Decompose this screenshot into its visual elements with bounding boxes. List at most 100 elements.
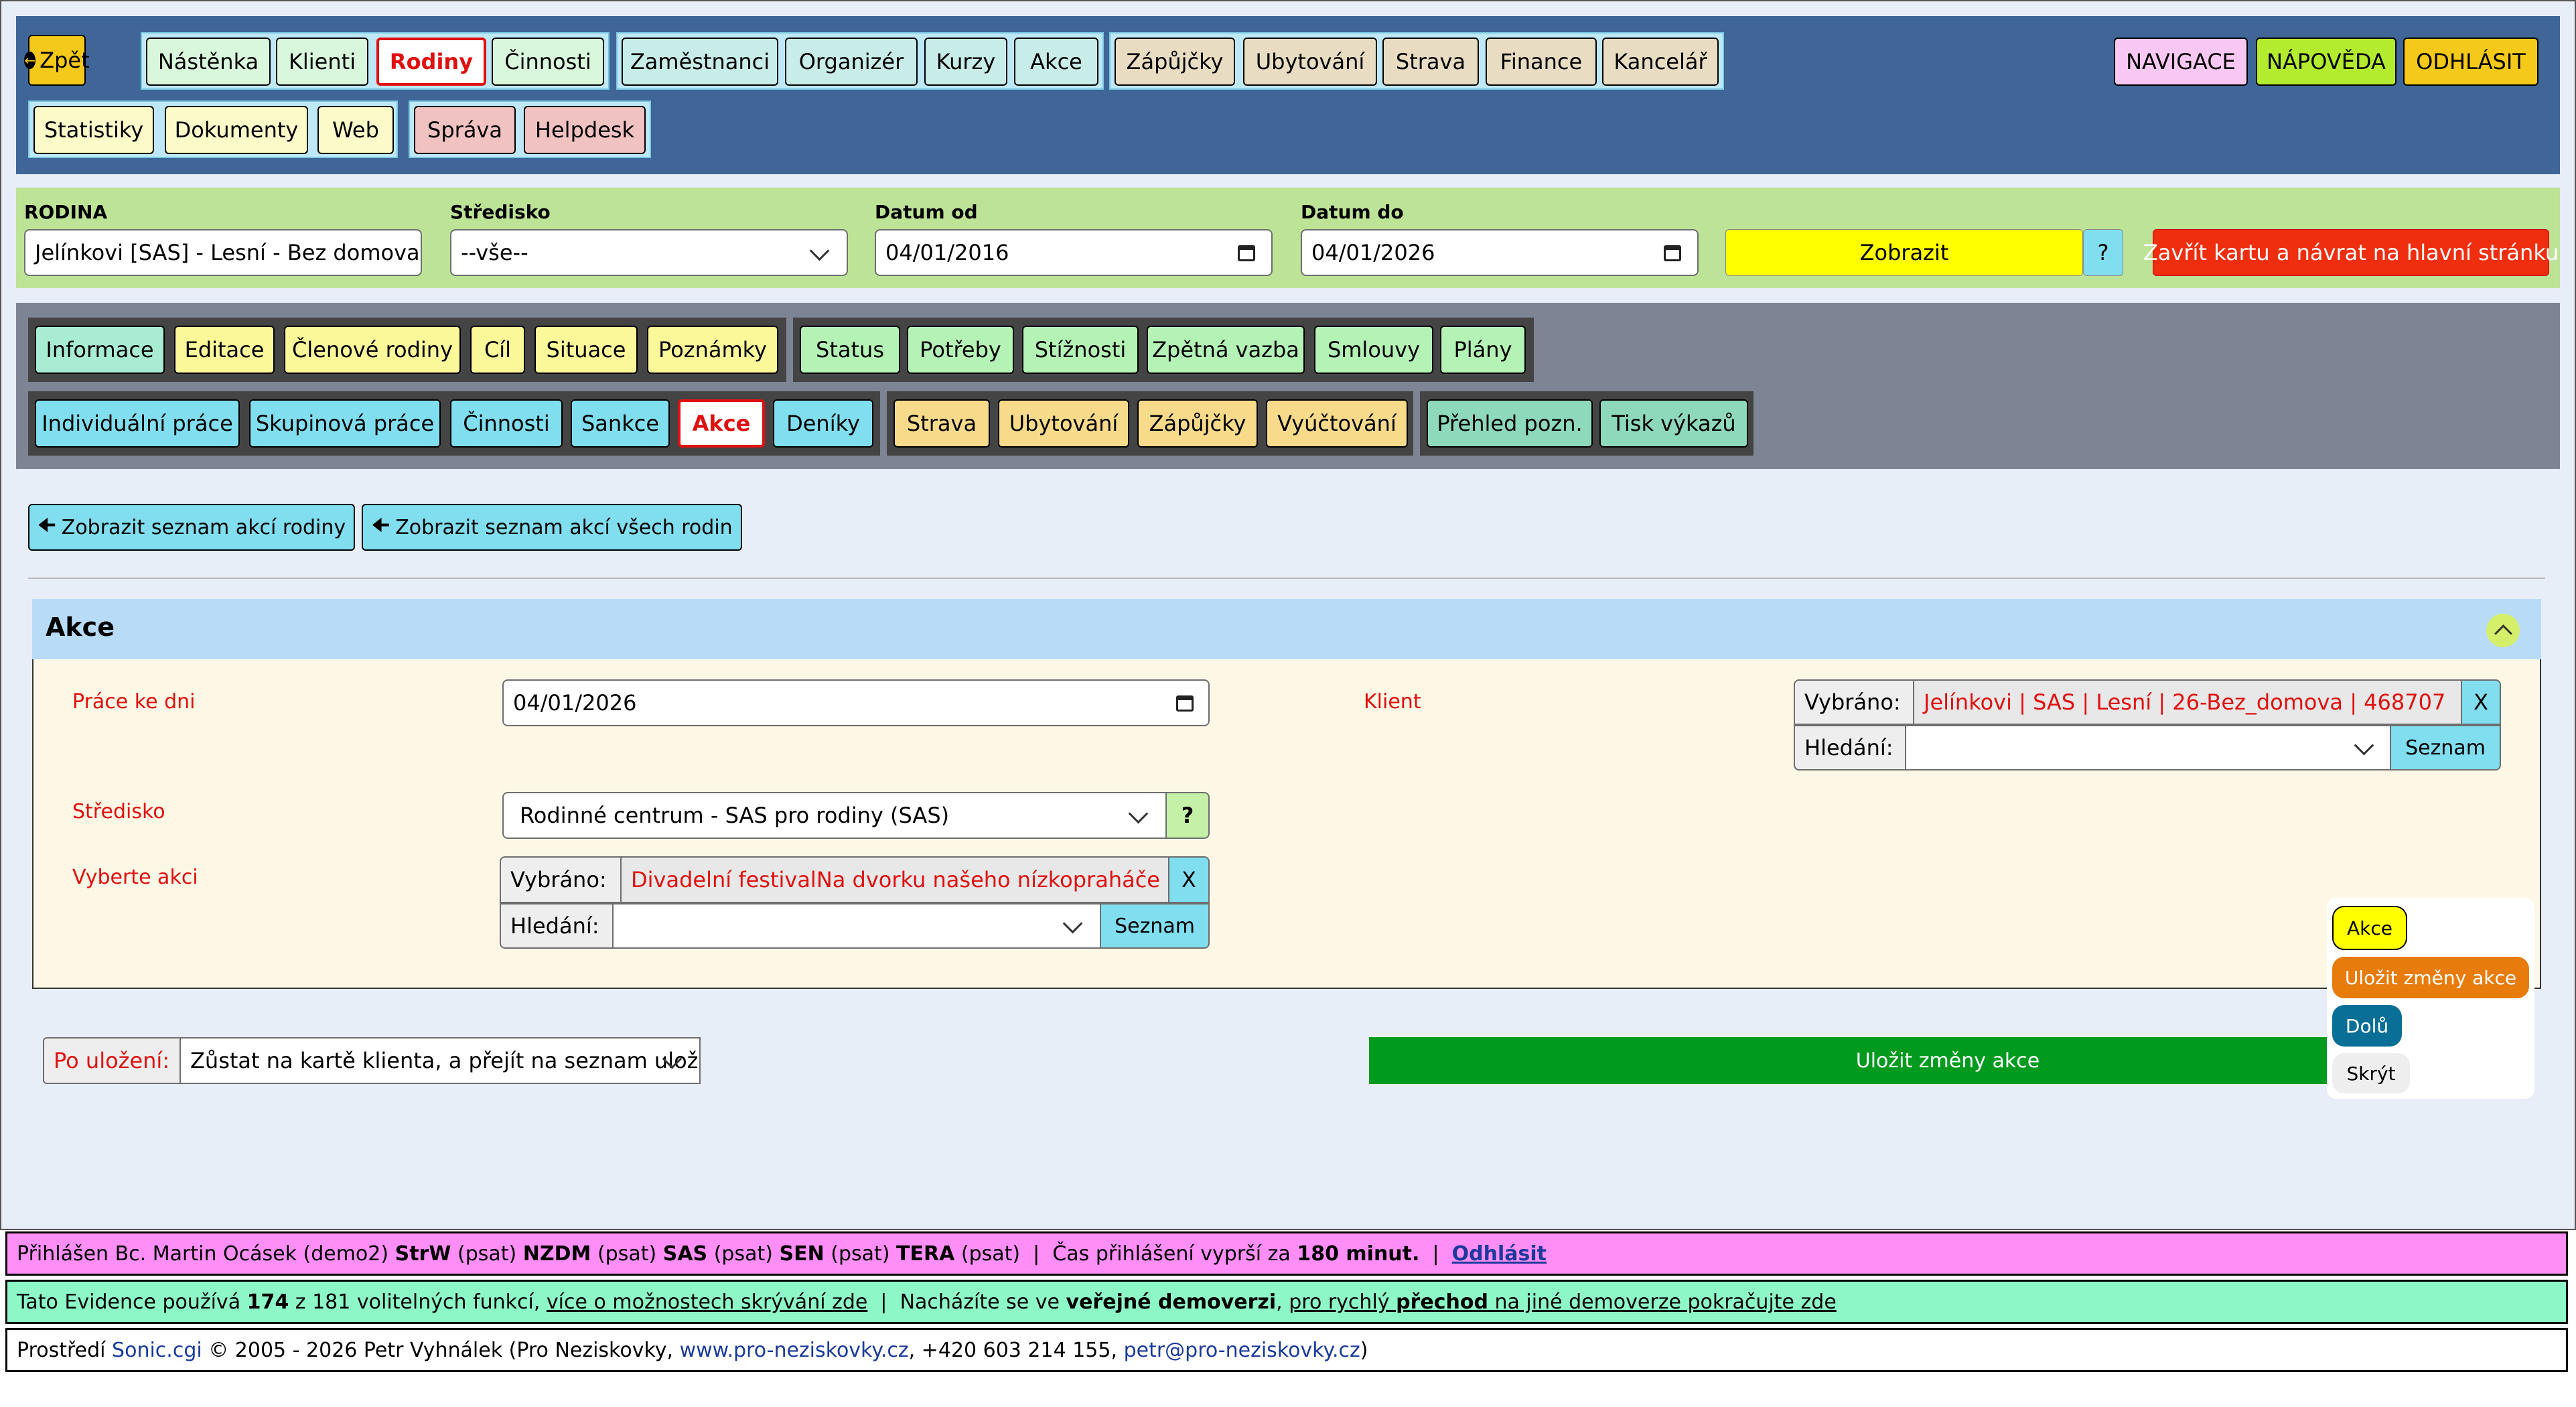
po-ulozeni-label: Po uložení: [43,1037,181,1084]
tab-strava[interactable]: Strava [893,399,990,448]
nav-helpdesk[interactable]: Helpdesk [524,106,646,154]
calendar-icon [1664,245,1681,261]
po-ulozeni-select[interactable]: Zůstat na kartě klienta, a přejít na sez… [180,1037,701,1084]
zobrazit-button[interactable]: Zobrazit [1725,229,2083,276]
tab-cinnosti[interactable]: Činnosti [450,399,563,448]
nav-finance[interactable]: Finance [1486,38,1597,86]
list-all-actions-button[interactable]: 🠈 Zobrazit seznam akcí všech rodin [362,504,742,551]
footer-functions-info: Tato Evidence používá 174 z 181 voliteln… [5,1280,2568,1324]
akce-vybrano-label: Vybráno: [500,856,622,903]
zobrazit-help-button[interactable]: ? [2083,229,2123,276]
chevron-down-icon [2354,735,2374,756]
datum-do-input[interactable]: 04/01/2026 [1301,229,1699,276]
chevron-down-icon [1128,803,1149,824]
tab-zapujcky[interactable]: Zápůjčky [1137,399,1258,448]
divider [28,578,2545,579]
rodina-field[interactable]: Jelínkovi [SAS] - Lesní - Bez domova [24,229,422,276]
sonic-link[interactable]: Sonic.cgi [112,1339,202,1362]
tab-situace[interactable]: Situace [534,326,638,374]
nav-akce[interactable]: Akce [1014,38,1098,86]
tab-clenove-rodiny[interactable]: Členové rodiny [284,326,461,374]
tab-deniky[interactable]: Deníky [773,399,873,448]
nav-rodiny[interactable]: Rodiny [376,38,486,86]
akce-selected-value: Divadelní festivalNa dvorku našeho nízko… [620,856,1169,903]
tab-smlouvy[interactable]: Smlouvy [1314,326,1433,374]
klient-vybrano-label: Vybráno: [1794,679,1914,725]
nav-kurzy[interactable]: Kurzy [924,38,1007,86]
nav-cinnosti[interactable]: Činnosti [492,38,604,86]
tab-status[interactable]: Status [800,326,900,374]
tab-potreby[interactable]: Potřeby [907,326,1014,374]
tab-individualni-prace[interactable]: Individuální práce [35,399,240,448]
tab-prehled-pozn[interactable]: Přehled pozn. [1427,399,1593,448]
stredisko-filter-select[interactable]: --vše-- [450,229,848,276]
tab-poznamky[interactable]: Poznámky [647,326,778,374]
nav-zamestnanci[interactable]: Zaměstnanci [622,38,778,86]
collapse-chevron-up-icon[interactable] [2486,614,2520,647]
klient-selected-value: Jelínkovi | SAS | Lesní | 26-Bez_domova … [1913,679,2462,725]
datum-do-label: Datum do [1301,201,1404,223]
floating-dolu-button[interactable]: Dolů [2332,1005,2402,1047]
klient-search-select[interactable] [1905,725,2391,770]
stredisko-help-button[interactable]: ? [1165,792,1210,839]
navigace-button[interactable]: NAVIGACE [2114,38,2248,86]
nav-zapujcky[interactable]: Zápůjčky [1115,38,1235,86]
klient-hledani-label: Hledání: [1794,725,1906,770]
floating-ulozit-button[interactable]: Uložit změny akce [2332,957,2529,998]
email-link[interactable]: petr@pro-neziskovky.cz [1124,1339,1360,1362]
nav-ubytovani[interactable]: Ubytování [1243,38,1377,86]
nav-statistiky[interactable]: Statistiky [33,106,154,154]
tab-ubytovani[interactable]: Ubytování [998,399,1129,448]
klient-seznam-button[interactable]: Seznam [2390,725,2501,770]
tab-editace[interactable]: Editace [174,326,275,374]
demo-switch-link[interactable]: pro rychlý přechod na jiné demoverze pok… [1289,1290,1837,1314]
nav-organizer[interactable]: Organizér [785,38,918,86]
nav-strava[interactable]: Strava [1382,38,1479,86]
vyberte-akci-label: Vyberte akci [72,866,198,889]
back-button[interactable]: ← Zpět [24,35,90,86]
prace-ke-dni-input[interactable]: 04/01/2026 [502,679,1210,726]
floating-akce-button[interactable]: Akce [2332,906,2407,950]
nav-web[interactable]: Web [317,106,394,154]
akce-search-select[interactable] [612,903,1101,949]
nav-nastenka[interactable]: Nástěnka [146,38,271,86]
website-link[interactable]: www.pro-neziskovky.cz [680,1339,909,1362]
tab-zpetna-vazba[interactable]: Zpětná vazba [1147,326,1305,374]
datum-od-label: Datum od [875,201,978,223]
nav-dokumenty[interactable]: Dokumenty [165,106,308,154]
napoveda-button[interactable]: NÁPOVĚDA [2256,38,2396,86]
stredisko-filter-label: Středisko [450,201,551,223]
tab-informace[interactable]: Informace [35,326,165,374]
floating-skryt-button[interactable]: Skrýt [2332,1053,2410,1093]
chevron-down-icon [1062,913,1083,934]
datum-od-input[interactable]: 04/01/2016 [875,229,1273,276]
odhlasit-button[interactable]: ODHLÁSIT [2403,38,2538,86]
akce-clear-button[interactable]: X [1168,856,1210,903]
akce-hledani-label: Hledání: [500,903,614,949]
tab-cil[interactable]: Cíl [470,326,525,374]
zavrit-kartu-button[interactable]: Zavřít kartu a návrat na hlavní stránku [2143,229,2559,276]
tab-plany[interactable]: Plány [1440,326,1526,374]
odhlasit-link[interactable]: Odhlásit [1452,1242,1547,1266]
akce-panel-header [32,599,2541,659]
arrow-left-icon: 🠈 [371,513,390,537]
nav-kancelar[interactable]: Kancelář [1602,38,1719,86]
nav-klienti[interactable]: Klienti [276,38,368,86]
calendar-icon [1238,245,1255,261]
tab-sankce[interactable]: Sankce [571,399,670,448]
arrow-left-icon: 🠈 [37,513,56,537]
tab-akce[interactable]: Akce [678,399,765,448]
akce-seznam-button[interactable]: Seznam [1100,903,1210,949]
tab-skupinova-prace[interactable]: Skupinová práce [249,399,441,448]
calendar-icon [1176,695,1194,712]
stredisko-select[interactable]: Rodinné centrum - SAS pro rodiny (SAS) [502,792,1167,839]
arrow-left-icon: ← [24,52,36,69]
tab-tisk-vykazu[interactable]: Tisk výkazů [1599,399,1748,448]
klient-clear-button[interactable]: X [2461,679,2501,725]
nav-sprava[interactable]: Správa [414,106,516,154]
hiding-info-link[interactable]: více o možnostech skrývání zde [547,1290,867,1314]
tab-stiznosti[interactable]: Stížnosti [1022,326,1139,374]
klient-label: Klient [1364,690,1421,714]
list-family-actions-button[interactable]: 🠈 Zobrazit seznam akcí rodiny [28,504,355,551]
tab-vyuctovani[interactable]: Vyúčtování [1266,399,1408,448]
